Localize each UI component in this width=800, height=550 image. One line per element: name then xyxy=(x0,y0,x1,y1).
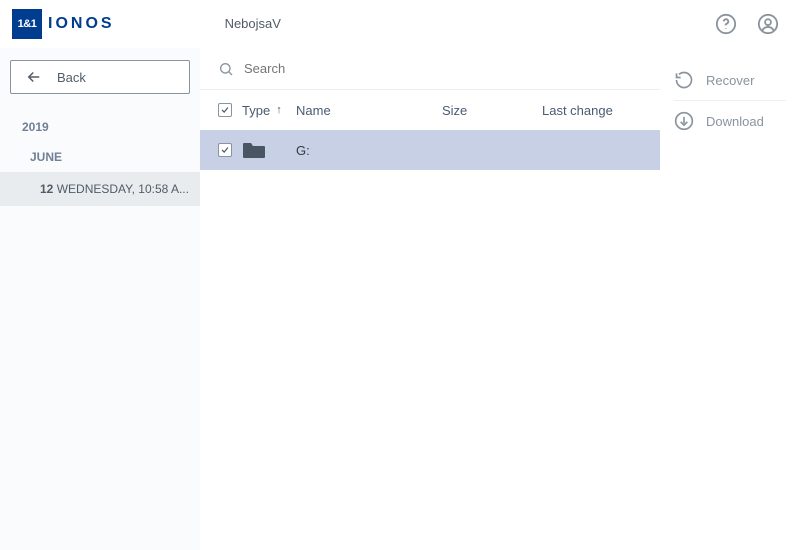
table-row[interactable]: G: xyxy=(200,130,660,170)
help-icon[interactable] xyxy=(714,12,738,36)
tree-year[interactable]: 2019 xyxy=(10,114,190,140)
search-bar[interactable] xyxy=(200,48,660,90)
search-icon xyxy=(218,61,234,77)
back-label: Back xyxy=(57,70,86,85)
column-size[interactable]: Size xyxy=(442,103,542,118)
download-button[interactable]: Download xyxy=(674,101,786,141)
content: Type ↑ Name Size Last change G: xyxy=(200,48,660,550)
column-name[interactable]: Name xyxy=(292,103,442,118)
sidebar: Back 2019 JUNE 12 WEDNESDAY, 10:58 A... xyxy=(0,48,200,550)
brand-badge: 1&1 xyxy=(12,9,42,39)
actions-panel: Recover Download xyxy=(660,48,800,550)
recover-icon xyxy=(674,70,694,90)
page-title: NebojsaV xyxy=(225,16,281,31)
brand-logo: 1&1 IONOS xyxy=(12,9,115,39)
recover-label: Recover xyxy=(706,73,754,88)
tree-item-rest: WEDNESDAY, 10:58 A... xyxy=(53,182,189,196)
row-checkbox[interactable] xyxy=(218,143,232,157)
date-tree: 2019 JUNE 12 WEDNESDAY, 10:58 A... xyxy=(10,114,190,206)
account-icon[interactable] xyxy=(756,12,780,36)
download-icon xyxy=(674,111,694,131)
sort-asc-icon: ↑ xyxy=(276,104,282,116)
tree-backup-item[interactable]: 12 WEDNESDAY, 10:58 A... xyxy=(0,172,200,206)
back-button[interactable]: Back xyxy=(10,60,190,94)
download-label: Download xyxy=(706,114,764,129)
select-all-checkbox[interactable] xyxy=(218,103,232,117)
column-last-change[interactable]: Last change xyxy=(542,103,642,118)
header: 1&1 IONOS NebojsaV xyxy=(0,0,800,48)
arrow-left-icon xyxy=(25,68,43,86)
tree-item-day: 12 xyxy=(40,182,53,196)
brand-text: IONOS xyxy=(48,15,115,33)
main: Back 2019 JUNE 12 WEDNESDAY, 10:58 A... xyxy=(0,48,800,550)
search-input[interactable] xyxy=(244,61,642,76)
table-header: Type ↑ Name Size Last change xyxy=(200,90,660,130)
tree-month[interactable]: JUNE xyxy=(10,140,190,172)
row-name: G: xyxy=(292,143,442,158)
column-type[interactable]: Type ↑ xyxy=(242,103,292,118)
recover-button[interactable]: Recover xyxy=(674,60,786,101)
folder-icon xyxy=(242,140,266,160)
column-type-label: Type xyxy=(242,103,270,118)
